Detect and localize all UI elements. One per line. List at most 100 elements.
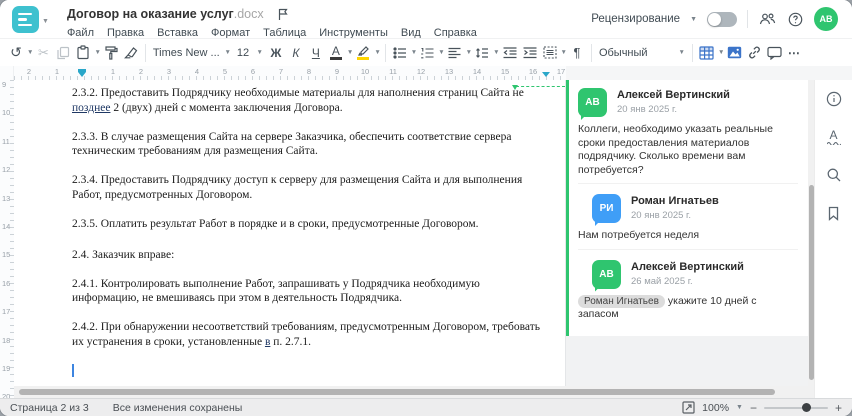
- highlight-color-button[interactable]: [353, 42, 373, 64]
- font-family-select[interactable]: Times New ... ▼: [150, 43, 234, 63]
- bookmark-icon[interactable]: [825, 204, 843, 222]
- paragraph[interactable]: 2.4. Заказчик вправе:: [72, 248, 550, 263]
- ruler-number: 7: [278, 67, 284, 76]
- insert-table-button[interactable]: [697, 42, 717, 64]
- ruler-number: 15: [2, 250, 11, 260]
- ruler-number: 13: [2, 193, 11, 203]
- paste-button[interactable]: [73, 42, 93, 64]
- font-size-select[interactable]: 12 ▼: [234, 43, 266, 63]
- bold-button[interactable]: Ж: [266, 42, 286, 64]
- comment-date: 20 янв 2025 г.: [617, 104, 678, 115]
- highlight-caret-icon[interactable]: ▼: [374, 49, 380, 56]
- vertical-scrollbar[interactable]: [808, 80, 814, 398]
- horizontal-scrollbar-thumb[interactable]: [19, 389, 776, 395]
- search-icon[interactable]: [825, 166, 843, 184]
- ruler-number: 10: [2, 108, 11, 118]
- paragraph[interactable]: 2.4.1. Контролировать выполнение Работ, …: [72, 277, 550, 306]
- right-sidebar: А: [814, 80, 852, 398]
- app-window: ▼ Договор на оказание услуг.docx Файл Пра…: [0, 0, 852, 416]
- page-indicator[interactable]: Страница 2 из 3: [10, 402, 89, 414]
- underline-button[interactable]: Ч: [306, 42, 326, 64]
- ruler-number: 18: [2, 335, 11, 345]
- comment-text: Роман Игнатьев укажите 10 дней с запасом: [578, 294, 757, 320]
- info-icon[interactable]: [825, 90, 843, 108]
- user-avatar[interactable]: АВ: [814, 7, 838, 31]
- comment-date: 20 янв 2025 г.: [631, 210, 692, 221]
- document-text: 2.3.2. Предоставить Подрядчику необходим…: [72, 86, 550, 378]
- status-bar: Страница 2 из 3 Все изменения сохранены …: [0, 398, 852, 416]
- decrease-indent-button[interactable]: [500, 42, 520, 64]
- indent-marker-right[interactable]: [542, 72, 550, 77]
- zoom-slider-knob[interactable]: [802, 402, 812, 412]
- zoom-slider[interactable]: [763, 402, 828, 412]
- spellcheck-icon[interactable]: А: [825, 128, 843, 146]
- undo-button[interactable]: ↺: [6, 42, 26, 64]
- format-painter-button[interactable]: [101, 42, 121, 64]
- ruler-number: 2: [26, 67, 32, 76]
- review-toggle[interactable]: [707, 11, 737, 27]
- comment-avatar: РИ: [592, 194, 621, 223]
- collaboration-users-icon[interactable]: [758, 10, 776, 28]
- zoom-value[interactable]: 100%: [702, 402, 729, 414]
- fit-width-button[interactable]: [682, 401, 695, 414]
- logo-caret-icon[interactable]: ▼: [42, 18, 49, 25]
- ruler-number: 5: [222, 67, 228, 76]
- paragraph[interactable]: 2.4.2. При обнаружении несоответствий тр…: [72, 320, 550, 349]
- increase-indent-button[interactable]: [520, 42, 540, 64]
- comment-thread[interactable]: АВ Алексей Вертинский 20 янв 2025 г. Кол…: [566, 80, 808, 336]
- line-spacing-button[interactable]: [472, 42, 492, 64]
- comment-text: Коллеги, необходимо указать реальные сро…: [578, 123, 773, 176]
- bullet-list-button[interactable]: [390, 42, 410, 64]
- mention-chip[interactable]: Роман Игнатьев: [578, 294, 665, 308]
- comment-author: Алексей Вертинский: [617, 89, 730, 101]
- clear-style-button[interactable]: [121, 42, 141, 64]
- comment-avatar: АВ: [578, 88, 607, 117]
- comment-item[interactable]: АВ Алексей Вертинский 26 май 2025 г. Ром…: [578, 248, 798, 322]
- vertical-scrollbar-thumb[interactable]: [808, 185, 814, 380]
- paragraph[interactable]: 2.3.5. Оплатить результат Работ в порядк…: [72, 217, 550, 232]
- paragraph[interactable]: 2.3.4. Предоставить Подрядчику доступ к …: [72, 173, 550, 202]
- flag-icon[interactable]: [274, 5, 292, 23]
- nonprinting-chars-button[interactable]: ¶: [567, 42, 587, 64]
- paragraph-style-select[interactable]: Обычный ▼: [596, 43, 688, 63]
- app-logo-icon[interactable]: [12, 6, 39, 33]
- zoom-in-button[interactable]: +: [835, 401, 842, 415]
- comment-author: Алексей Вертинский: [631, 260, 744, 273]
- numbered-list-button[interactable]: [417, 42, 437, 64]
- paragraph[interactable]: 2.3.3. В случае размещения Сайта на серв…: [72, 130, 550, 159]
- ruler-number: 9: [2, 80, 7, 89]
- ruler-number: 11: [2, 136, 10, 146]
- ruler-number: 11: [389, 67, 397, 76]
- comment-date: 26 май 2025 г.: [631, 275, 693, 287]
- ruler-number: 10: [360, 67, 370, 76]
- ruler-row: 21123456789101112131415161718: [0, 66, 852, 80]
- document-page[interactable]: 2.3.2. Предоставить Подрядчику необходим…: [14, 80, 566, 386]
- zoom-out-button[interactable]: −: [750, 401, 757, 415]
- align-left-button[interactable]: [445, 42, 465, 64]
- comments-panel-empty-area: [566, 335, 808, 386]
- comment-item[interactable]: РИ Роман Игнатьев 20 янв 2025 г. Нам пот…: [578, 183, 798, 243]
- toolbar: ↺ ▼ ✂ ▼ Times New ...▼ 12▼ Ж К Ч А ▼ ▼: [0, 38, 852, 66]
- comment-item[interactable]: АВ Алексей Вертинский 20 янв 2025 г. Кол…: [578, 88, 798, 177]
- insert-image-button[interactable]: [724, 42, 744, 64]
- ruler-number: 12: [2, 165, 11, 175]
- italic-button[interactable]: К: [286, 42, 306, 64]
- ruler-number: 17: [2, 307, 11, 317]
- help-icon[interactable]: [786, 10, 804, 28]
- zoom-caret-icon[interactable]: ▼: [736, 404, 743, 411]
- comment-avatar: АВ: [592, 259, 621, 289]
- copy-button[interactable]: [53, 42, 73, 64]
- ruler-number: 19: [2, 363, 11, 373]
- paragraph-borders-button[interactable]: [540, 42, 560, 64]
- cut-button[interactable]: ✂: [33, 42, 53, 64]
- paragraph[interactable]: 2.3.2. Предоставить Подрядчику необходим…: [72, 86, 550, 115]
- insert-comment-button[interactable]: [764, 42, 784, 64]
- horizontal-scrollbar[interactable]: [14, 386, 808, 398]
- font-color-button[interactable]: А: [326, 42, 346, 64]
- ruler-number: 15: [500, 67, 510, 76]
- ruler-number: 13: [444, 67, 454, 76]
- insert-link-button[interactable]: [744, 42, 764, 64]
- review-mode-label[interactable]: Рецензирование: [591, 13, 680, 25]
- more-tools-button[interactable]: ⋯: [784, 42, 804, 64]
- review-caret-icon[interactable]: ▼: [690, 16, 697, 23]
